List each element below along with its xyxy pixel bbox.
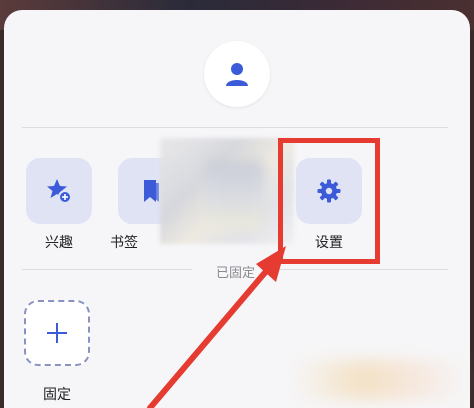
annotation-arrow: [147, 246, 286, 408]
